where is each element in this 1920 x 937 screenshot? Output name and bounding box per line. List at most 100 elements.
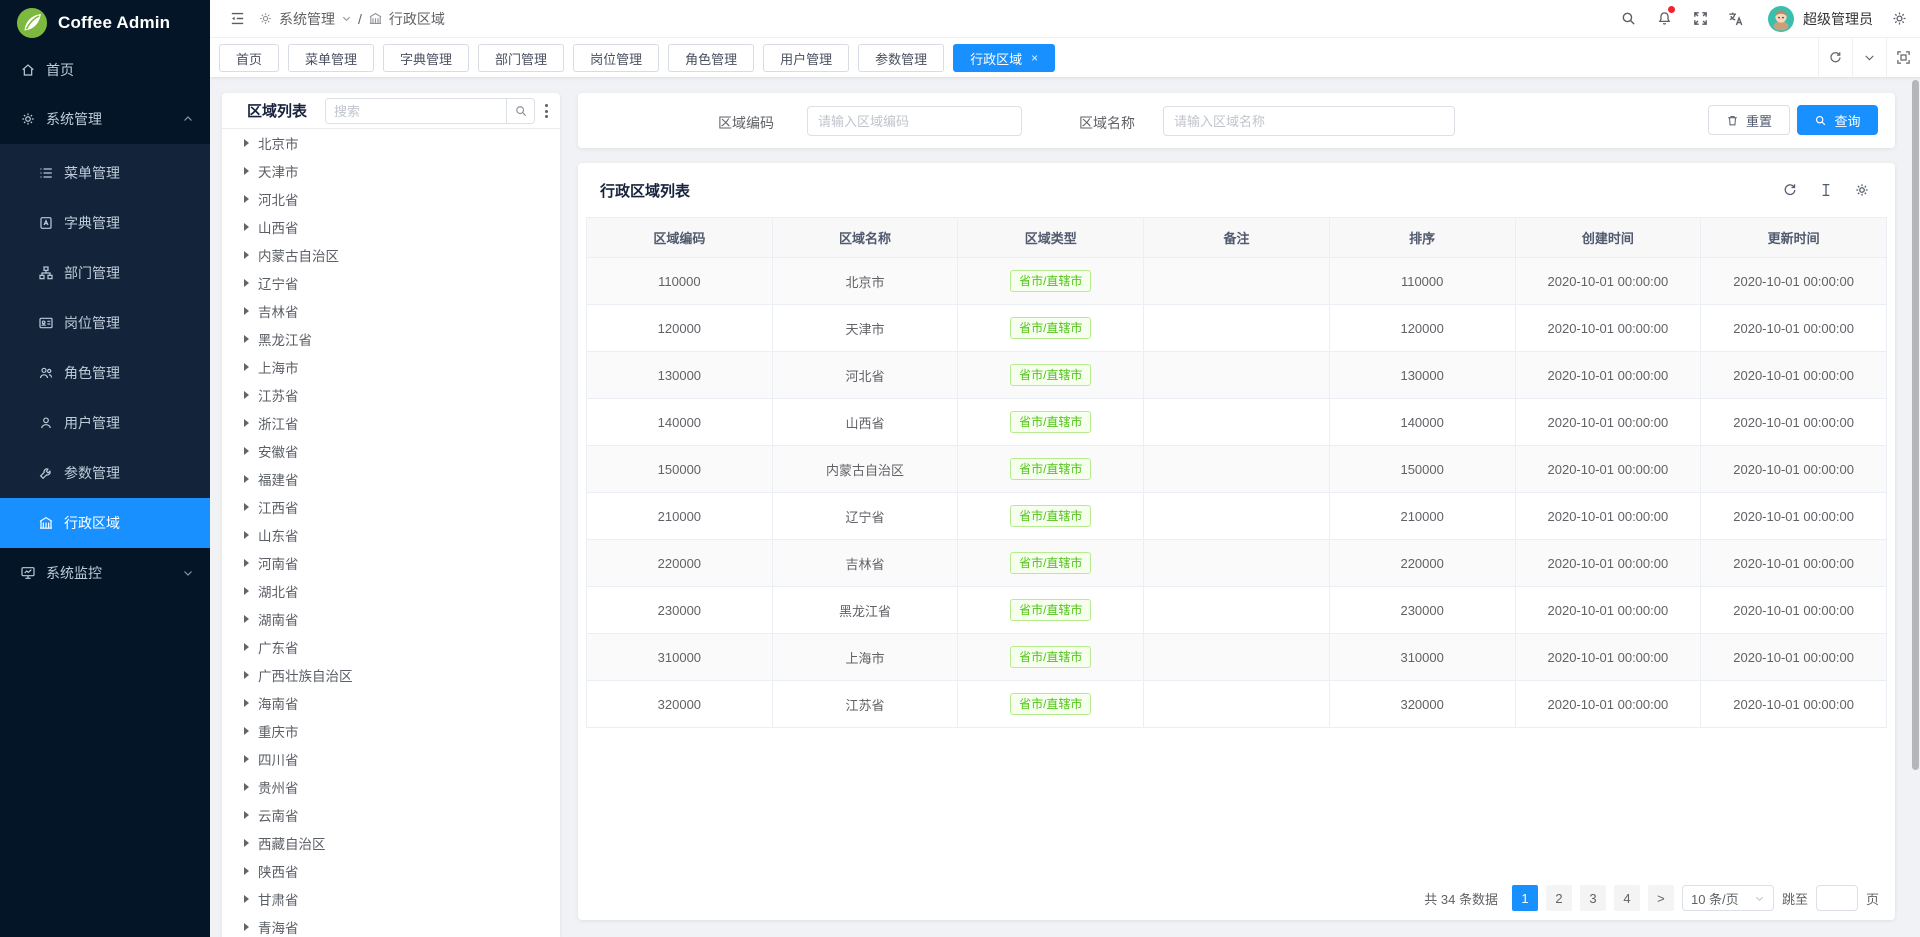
tree-item[interactable]: 河南省: [222, 549, 560, 577]
tree-search-button[interactable]: [506, 99, 534, 123]
table-refresh-icon[interactable]: [1782, 182, 1798, 198]
tree-item[interactable]: 江苏省: [222, 381, 560, 409]
tree-item[interactable]: 河北省: [222, 185, 560, 213]
vertical-scrollbar[interactable]: [1912, 80, 1919, 770]
search-icon[interactable]: [1610, 10, 1646, 27]
tree-item[interactable]: 北京市: [222, 129, 560, 157]
caret-right-icon[interactable]: [244, 223, 249, 231]
caret-right-icon[interactable]: [244, 783, 249, 791]
sidebar-item-param-mgmt[interactable]: 参数管理: [0, 448, 210, 498]
table-row[interactable]: 220000 吉林省 省市/直辖市 220000 2020-10-01 00:0…: [587, 540, 1887, 587]
jump-page-input[interactable]: [1816, 885, 1858, 911]
tree-more-options-icon[interactable]: [539, 100, 553, 122]
tab[interactable]: 角色管理: [668, 44, 754, 72]
tree-item[interactable]: 四川省: [222, 745, 560, 773]
tab-close-icon[interactable]: ×: [1031, 52, 1038, 64]
tree-item[interactable]: 福建省: [222, 465, 560, 493]
tab[interactable]: 用户管理: [763, 44, 849, 72]
table-row[interactable]: 310000 上海市 省市/直辖市 310000 2020-10-01 00:0…: [587, 634, 1887, 681]
caret-right-icon[interactable]: [244, 699, 249, 707]
sidebar-item-region[interactable]: 行政区域: [0, 498, 210, 548]
tree-item[interactable]: 甘肃省: [222, 885, 560, 913]
tree-item[interactable]: 天津市: [222, 157, 560, 185]
sidebar-item-dept-mgmt[interactable]: 部门管理: [0, 248, 210, 298]
tree-item[interactable]: 西藏自治区: [222, 829, 560, 857]
caret-right-icon[interactable]: [244, 503, 249, 511]
tree-item[interactable]: 上海市: [222, 353, 560, 381]
tree-item[interactable]: 广西壮族自治区: [222, 661, 560, 689]
caret-right-icon[interactable]: [244, 755, 249, 763]
tree-item[interactable]: 重庆市: [222, 717, 560, 745]
translate-icon[interactable]: [1718, 10, 1754, 28]
page-button[interactable]: 1: [1512, 885, 1538, 911]
tree-item[interactable]: 陕西省: [222, 857, 560, 885]
user-menu[interactable]: 超级管理员: [1768, 6, 1873, 32]
table-row[interactable]: 230000 黑龙江省 省市/直辖市 230000 2020-10-01 00:…: [587, 587, 1887, 634]
tree-item[interactable]: 青海省: [222, 913, 560, 937]
tree-item[interactable]: 山西省: [222, 213, 560, 241]
tree-item[interactable]: 黑龙江省: [222, 325, 560, 353]
sidebar-item-menu-mgmt[interactable]: 菜单管理: [0, 148, 210, 198]
notification-bell-icon[interactable]: [1646, 10, 1682, 27]
tree-search-input[interactable]: [326, 99, 506, 123]
content-maximize-icon[interactable]: [1886, 38, 1920, 77]
table-row[interactable]: 140000 山西省 省市/直辖市 140000 2020-10-01 00:0…: [587, 399, 1887, 446]
sidebar-group-system[interactable]: 系统管理: [0, 94, 210, 144]
tree-item[interactable]: 山东省: [222, 521, 560, 549]
sidebar-item-post-mgmt[interactable]: 岗位管理: [0, 298, 210, 348]
page-button[interactable]: 2: [1546, 885, 1572, 911]
region-code-input[interactable]: [807, 106, 1022, 136]
brand-logo[interactable]: Coffee Admin: [0, 0, 210, 46]
caret-right-icon[interactable]: [244, 363, 249, 371]
tree-item[interactable]: 江西省: [222, 493, 560, 521]
search-button[interactable]: 查询: [1797, 105, 1878, 135]
table-settings-icon[interactable]: [1854, 182, 1870, 198]
next-page-button[interactable]: >: [1648, 885, 1674, 911]
tree-item[interactable]: 浙江省: [222, 409, 560, 437]
page-size-select[interactable]: 10 条/页: [1682, 885, 1774, 911]
tab[interactable]: 部门管理: [478, 44, 564, 72]
tree-item[interactable]: 湖北省: [222, 577, 560, 605]
table-row[interactable]: 130000 河北省 省市/直辖市 130000 2020-10-01 00:0…: [587, 352, 1887, 399]
tab[interactable]: 菜单管理: [288, 44, 374, 72]
caret-right-icon[interactable]: [244, 251, 249, 259]
tree-item[interactable]: 安徽省: [222, 437, 560, 465]
table-row[interactable]: 110000 北京市 省市/直辖市 110000 2020-10-01 00:0…: [587, 258, 1887, 305]
caret-right-icon[interactable]: [244, 811, 249, 819]
page-button[interactable]: 4: [1614, 885, 1640, 911]
caret-right-icon[interactable]: [244, 671, 249, 679]
tab[interactable]: 首页: [219, 44, 279, 72]
sidebar-item-dict-mgmt[interactable]: 字典管理: [0, 198, 210, 248]
caret-right-icon[interactable]: [244, 419, 249, 427]
caret-right-icon[interactable]: [244, 531, 249, 539]
tree-item[interactable]: 广东省: [222, 633, 560, 661]
table-row[interactable]: 120000 天津市 省市/直辖市 120000 2020-10-01 00:0…: [587, 305, 1887, 352]
caret-right-icon[interactable]: [244, 279, 249, 287]
tree-item[interactable]: 吉林省: [222, 297, 560, 325]
caret-right-icon[interactable]: [244, 335, 249, 343]
tabs-menu-chevron-icon[interactable]: [1852, 38, 1886, 77]
sidebar-item-home[interactable]: 首页: [0, 46, 210, 94]
tabs-refresh-icon[interactable]: [1818, 38, 1852, 77]
tree-item[interactable]: 贵州省: [222, 773, 560, 801]
caret-right-icon[interactable]: [244, 895, 249, 903]
tab[interactable]: 字典管理: [383, 44, 469, 72]
caret-right-icon[interactable]: [244, 923, 249, 931]
caret-right-icon[interactable]: [244, 615, 249, 623]
page-button[interactable]: 3: [1580, 885, 1606, 911]
table-density-icon[interactable]: [1818, 182, 1834, 198]
table-row[interactable]: 210000 辽宁省 省市/直辖市 210000 2020-10-01 00:0…: [587, 493, 1887, 540]
caret-right-icon[interactable]: [244, 195, 249, 203]
tab[interactable]: 行政区域 ×: [953, 44, 1055, 72]
caret-right-icon[interactable]: [244, 643, 249, 651]
tab[interactable]: 岗位管理: [573, 44, 659, 72]
caret-right-icon[interactable]: [244, 559, 249, 567]
caret-right-icon[interactable]: [244, 391, 249, 399]
caret-right-icon[interactable]: [244, 839, 249, 847]
caret-right-icon[interactable]: [244, 139, 249, 147]
sidebar-group-monitor[interactable]: 系统监控: [0, 548, 210, 598]
breadcrumb-section[interactable]: 系统管理: [279, 9, 335, 29]
caret-right-icon[interactable]: [244, 867, 249, 875]
fullscreen-icon[interactable]: [1682, 10, 1718, 27]
tree-item[interactable]: 内蒙古自治区: [222, 241, 560, 269]
